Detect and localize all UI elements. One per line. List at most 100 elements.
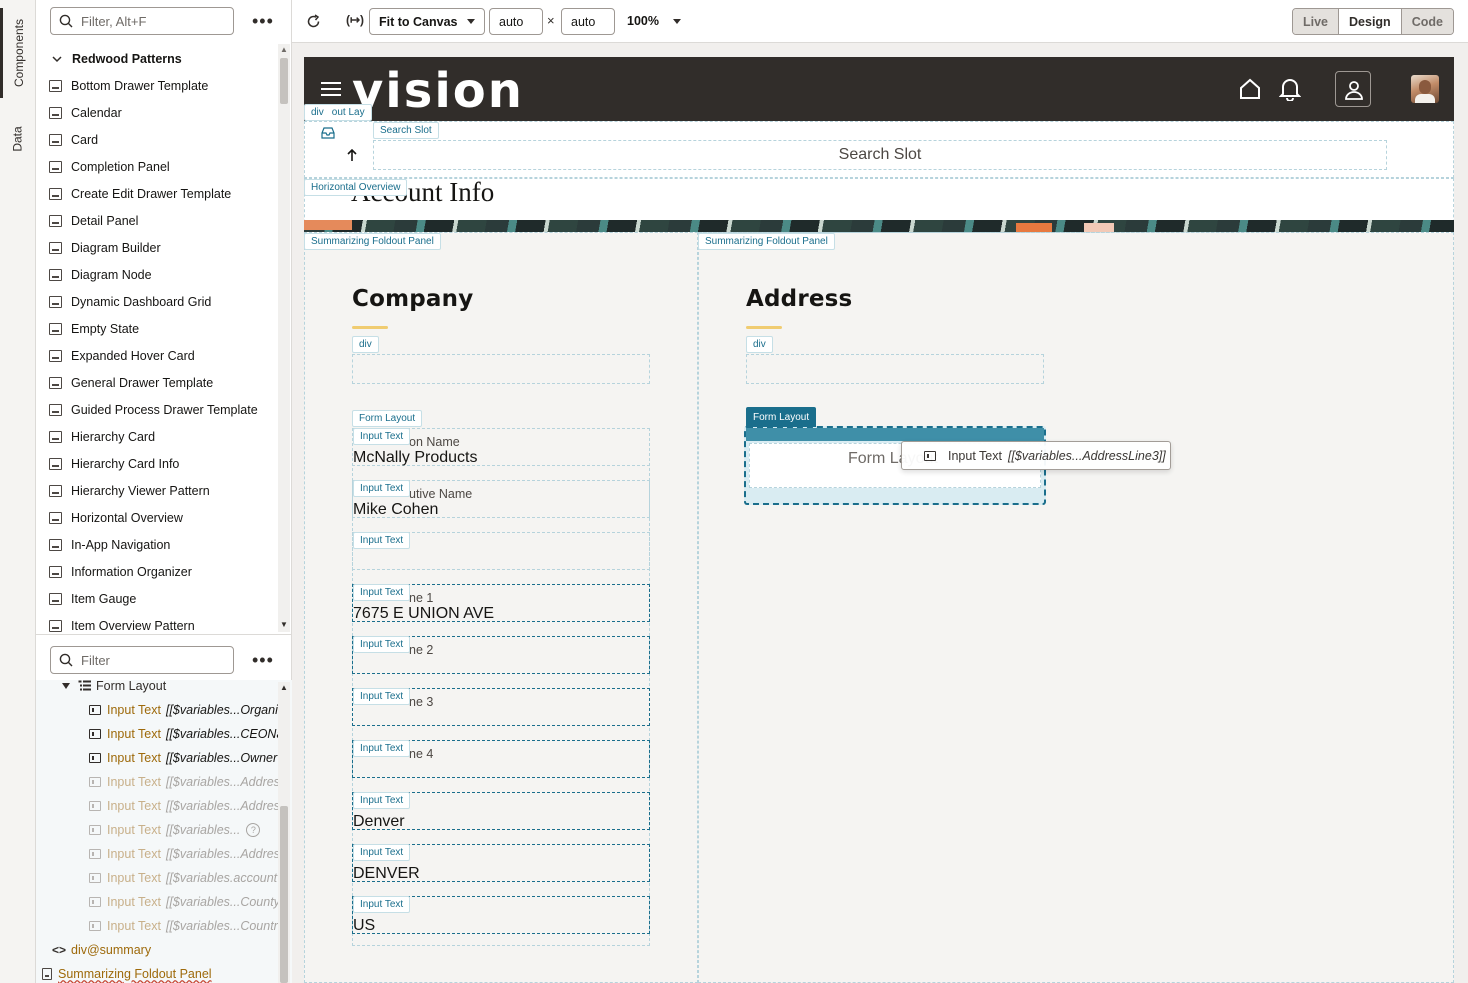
tree-node-form-layout[interactable]: Form Layout [36,674,278,698]
tree-node-input-text[interactable]: Input Text [[$variables...Addres [36,794,278,818]
avatar[interactable] [1411,75,1439,103]
palette-item[interactable]: Detail Panel [36,207,278,234]
palette-item[interactable]: Bottom Drawer Template [36,72,278,99]
company-field[interactable]: utive Name Mike Cohen Input Text [352,480,650,518]
input-text-tag[interactable]: Input Text [353,584,411,601]
company-field[interactable]: DENVER Input Text [352,844,650,882]
company-field[interactable]: ne 2 Input Text [352,636,650,674]
palette-item[interactable]: Completion Panel [36,153,278,180]
canvas-width-input[interactable]: auto [489,8,543,35]
mode-live-button[interactable]: Live [1293,9,1339,34]
component-icon [49,241,62,254]
input-text-tag[interactable]: Input Text [353,532,411,549]
horizontal-overview-tag[interactable]: Horizontal Overview [304,179,408,196]
palette-item[interactable]: In-App Navigation [36,531,278,558]
tree-node-input-text[interactable]: Input Text [[$variables...Addres [36,770,278,794]
palette-item[interactable]: Guided Process Drawer Template [36,396,278,423]
tree-node-input-text[interactable]: Input Text [[$variables...CEONa [36,722,278,746]
tree-node-input-text[interactable]: Input Text [[$variables...Addres [36,842,278,866]
palette-item[interactable]: Expanded Hover Card [36,342,278,369]
input-text-tag[interactable]: Input Text [353,636,411,653]
arrow-up-icon[interactable] [347,149,357,161]
tree-node-div-summary[interactable]: <> div@summary [36,938,278,962]
scroll-up-icon[interactable]: ▲ [280,45,288,54]
palette-item[interactable]: Diagram Builder [36,234,278,261]
input-text-tag[interactable]: Input Text [353,740,411,757]
company-field[interactable]: US Input Text [352,896,650,934]
inbox-icon[interactable] [321,127,335,139]
form-layout-selected-tag[interactable]: Form Layout [746,407,817,427]
scroll-up-icon[interactable]: ▲ [280,683,288,692]
notifications-icon[interactable] [1279,77,1301,101]
company-field[interactable]: ne 1 7675 E UNION AVE Input Text [352,584,650,622]
company-field[interactable]: Denver Input Text [352,792,650,830]
fit-to-canvas-select[interactable]: Fit to Canvas [369,8,485,35]
company-field[interactable]: on Name McNally Products Input Text [352,428,650,466]
refresh-icon[interactable] [306,14,321,29]
tree-node-input-text[interactable]: Input Text [[$variables...County [36,890,278,914]
canvas-height-input[interactable]: auto [561,8,615,35]
palette-group-redwood[interactable]: Redwood Patterns [36,46,278,72]
search-slot[interactable]: Search Slot [373,140,1387,170]
palette-item[interactable]: Hierarchy Viewer Pattern [36,477,278,504]
input-text-icon [924,450,936,461]
div-tag-company[interactable]: div [352,336,379,353]
palette-item[interactable]: Create Edit Drawer Template [36,180,278,207]
palette-item[interactable]: Diagram Node [36,261,278,288]
palette-item[interactable]: Item Gauge [36,585,278,612]
tree-node-input-text[interactable]: Input Text [[$variables.account [36,866,278,890]
palette-item[interactable]: Hierarchy Card [36,423,278,450]
input-text-tag[interactable]: Input Text [353,896,411,913]
div-tag[interactable]: div out Lay [304,104,372,121]
tree-node-input-text[interactable]: Input Text [[$variables...Owner [36,746,278,770]
palette-item[interactable]: Card [36,126,278,153]
palette-item[interactable]: General Drawer Template [36,369,278,396]
palette-item[interactable]: Calendar [36,99,278,126]
palette-scrollbar[interactable]: ▲ ▼ [278,44,290,632]
input-text-tag[interactable]: Input Text [353,480,411,497]
summarizing-panel-tag-2[interactable]: Summarizing Foldout Panel [698,233,835,250]
tab-data[interactable]: Data [0,108,36,170]
user-menu-button[interactable] [1335,71,1371,107]
hamburger-menu-icon[interactable] [321,81,341,97]
mode-code-button[interactable]: Code [1400,9,1453,34]
variables-icon[interactable]: (↦) [346,13,364,27]
zoom-select[interactable]: 100% [627,14,681,28]
input-text-tag[interactable]: Input Text [353,428,411,445]
input-text-tag[interactable]: Input Text [353,688,411,705]
structure-scroll-thumb[interactable] [280,806,288,983]
form-layout-tag[interactable]: Form Layout [352,410,423,427]
tree-node-input-text[interactable]: Input Text [[$variables...Organi [36,698,278,722]
input-text-tag[interactable]: Input Text [353,844,411,861]
tree-node-summarizing[interactable]: Summarizing Foldout Panel [36,962,278,983]
company-field[interactable]: ne 3 Input Text [352,688,650,726]
structure-scrollbar[interactable]: ▲ [278,682,290,983]
home-icon[interactable] [1238,77,1262,101]
help-icon[interactable]: ? [246,823,261,837]
more-options-icon[interactable]: ••• [252,12,274,30]
summarizing-panel-tag[interactable]: Summarizing Foldout Panel [304,233,441,250]
palette-item[interactable]: Empty State [36,315,278,342]
palette-item[interactable]: Hierarchy Card Info [36,450,278,477]
company-field[interactable]: Input Text [352,532,650,570]
scroll-down-icon[interactable]: ▼ [280,620,288,629]
palette-item[interactable]: Item Overview Pattern [36,612,278,632]
tab-components[interactable]: Components [0,8,36,98]
company-field[interactable]: ne 4 Input Text [352,740,650,778]
div-tag-address[interactable]: div [746,336,773,353]
tree-node-input-text[interactable]: Input Text [[$variables...Countr [36,914,278,938]
branding-bar: vision [304,57,1454,121]
input-text-tag[interactable]: Input Text [353,792,411,809]
palette-item[interactable]: Horizontal Overview [36,504,278,531]
structure-more-icon[interactable]: ••• [252,651,274,669]
mode-design-button[interactable]: Design [1338,9,1401,34]
components-filter-input[interactable]: Filter, Alt+F [50,7,234,35]
structure-filter-input[interactable]: Filter [50,646,234,674]
palette-scroll-thumb[interactable] [280,58,288,104]
component-icon [49,430,62,443]
search-slot-tag[interactable]: Search Slot [373,122,439,139]
palette-item[interactable]: Dynamic Dashboard Grid [36,288,278,315]
tree-node-input-text[interactable]: Input Text [[$variables...? [36,818,278,842]
palette-item[interactable]: Information Organizer [36,558,278,585]
dragged-input-text-chip[interactable]: Input Text [[$variables...AddressLine3]] [901,441,1171,470]
